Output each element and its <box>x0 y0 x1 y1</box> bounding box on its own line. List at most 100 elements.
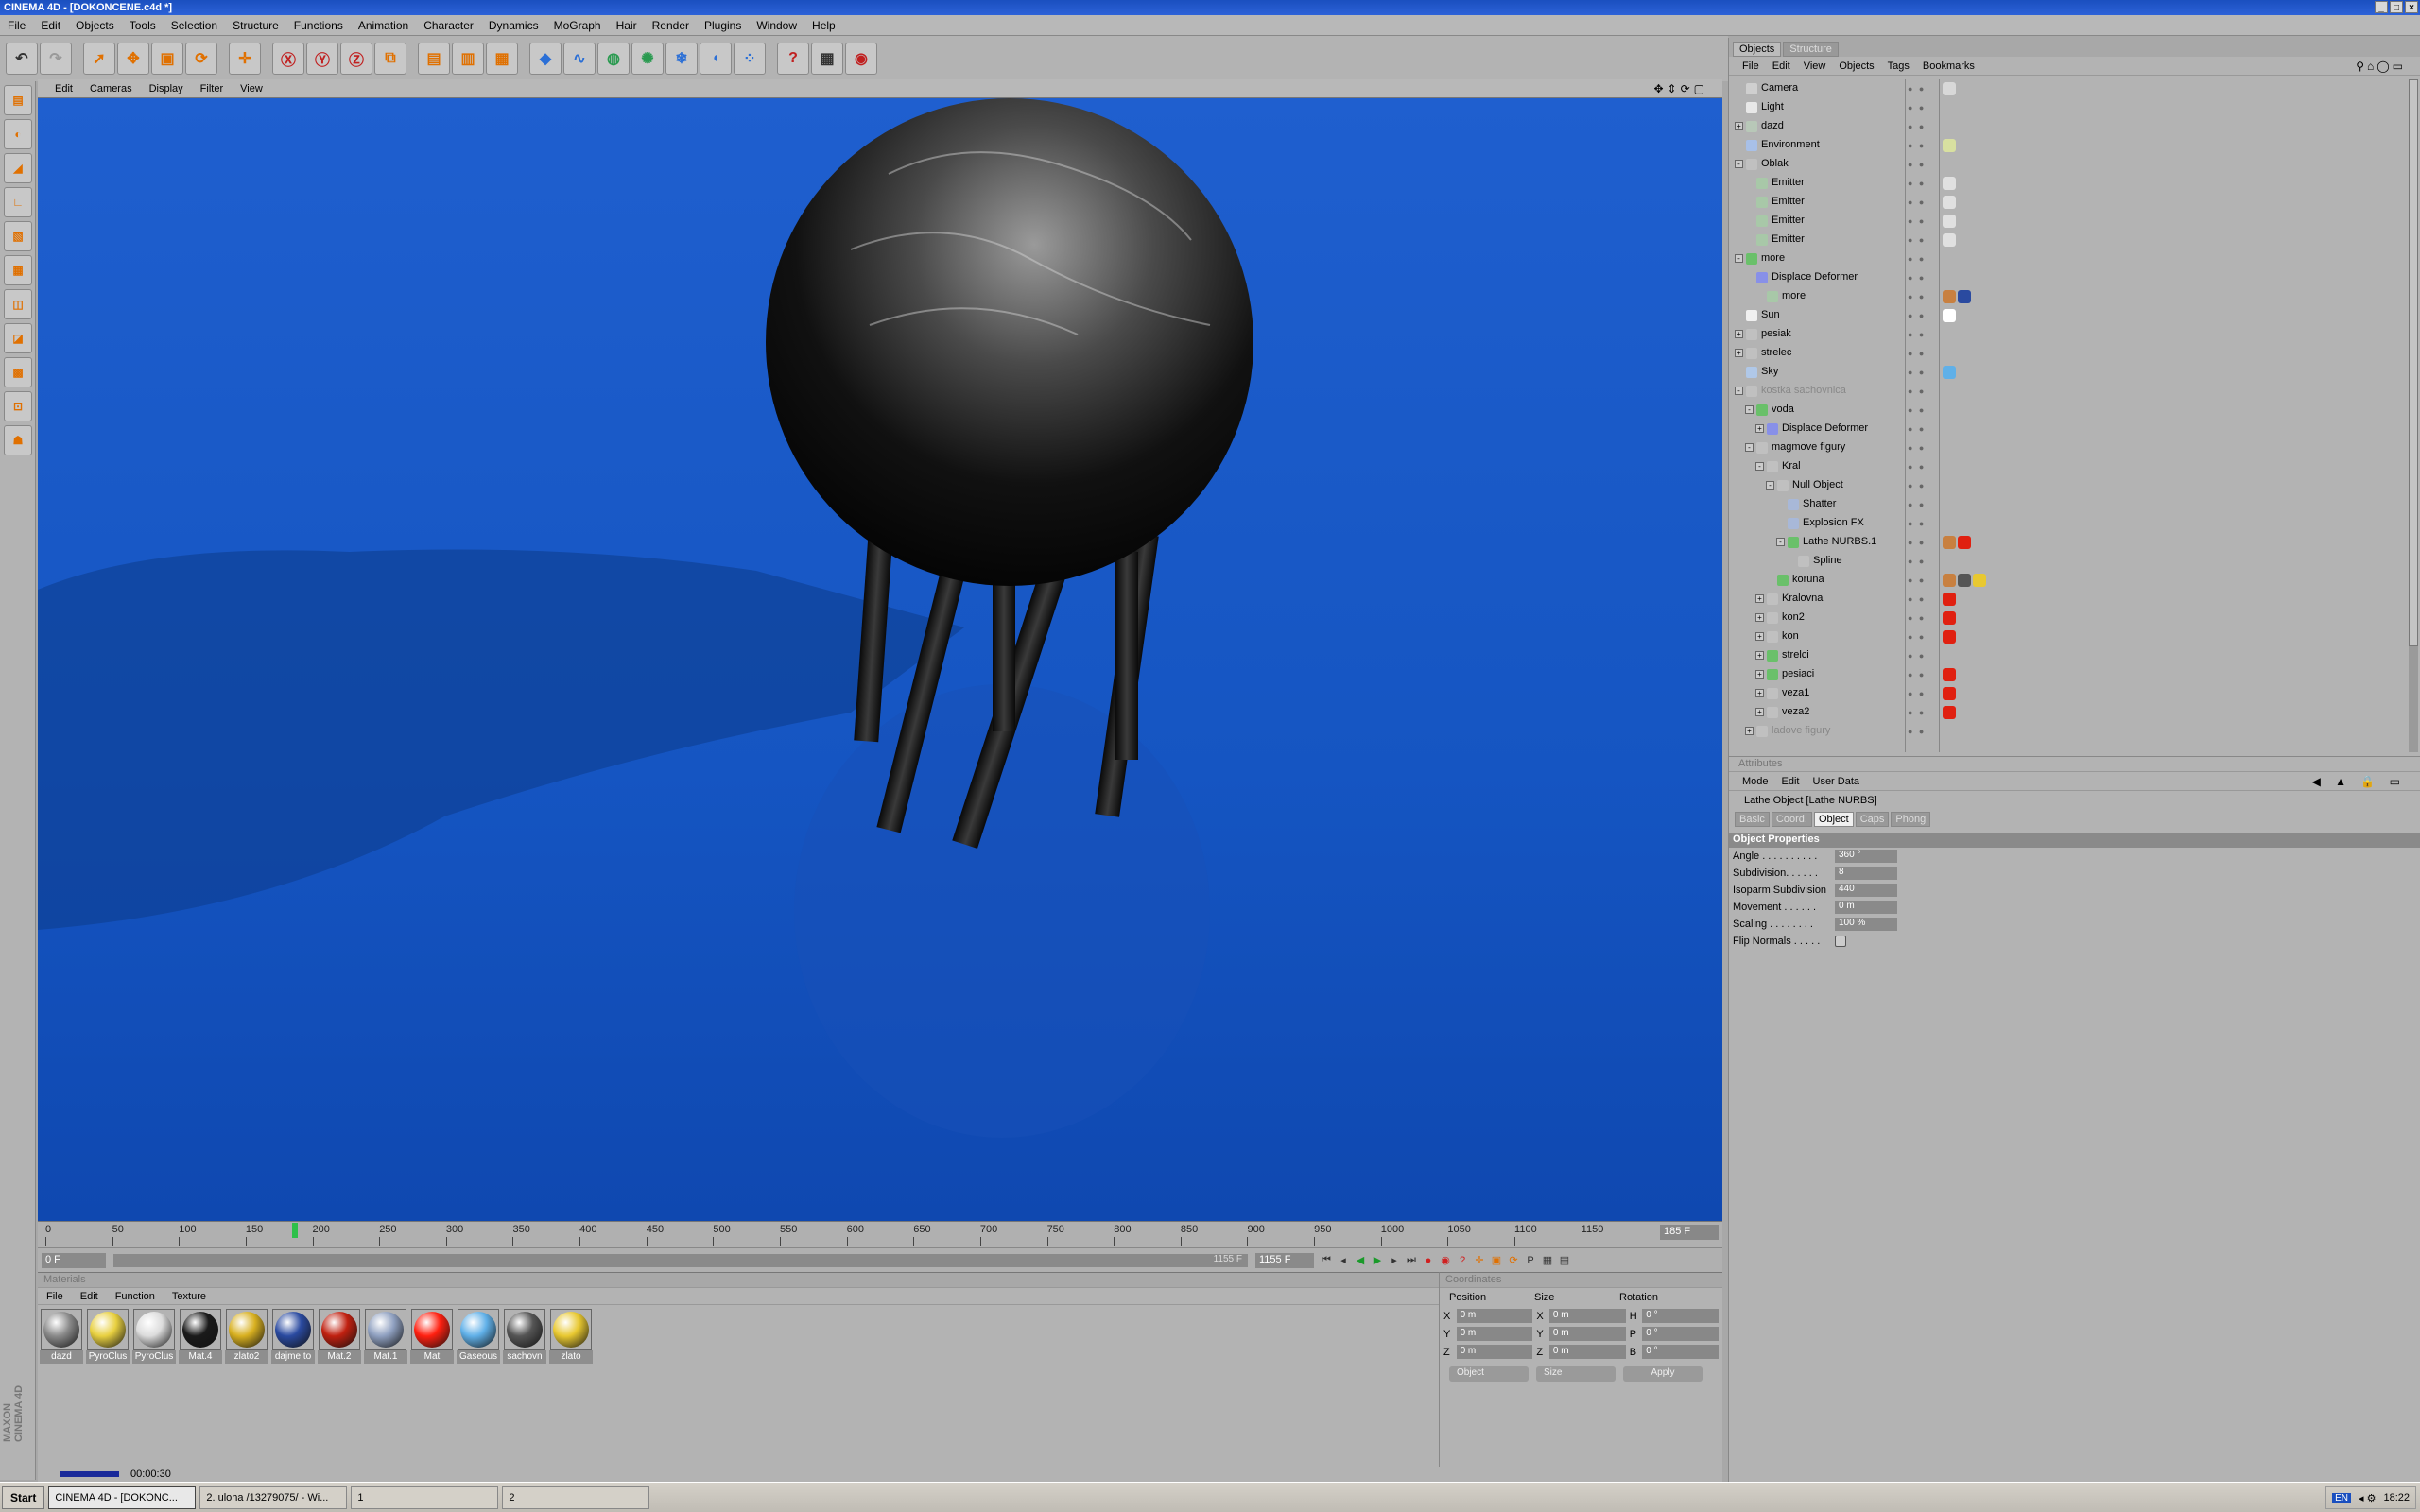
attr-menu-mode[interactable]: Mode <box>1736 776 1775 787</box>
tag-icon[interactable] <box>1958 574 1971 587</box>
size-field[interactable]: 0 m <box>1548 1327 1626 1341</box>
render-settings-icon[interactable]: ▦ <box>486 43 518 75</box>
object-tree-row[interactable]: + strelec ● ● <box>1729 344 2419 363</box>
tag-icon[interactable] <box>1943 706 1956 719</box>
visibility-dots-icon[interactable]: ● ● <box>1908 670 1926 679</box>
redo-icon[interactable]: ↷ <box>40 43 72 75</box>
checker-icon[interactable]: ▩ <box>4 357 32 387</box>
visibility-dots-icon[interactable]: ● ● <box>1908 576 1926 585</box>
grid-icon[interactable]: ▦ <box>4 255 32 285</box>
object-tree-row[interactable]: more ● ● <box>1729 287 2419 306</box>
material-swatch[interactable]: dajme to <box>271 1309 315 1366</box>
taskbar-button[interactable]: 2 <box>502 1486 650 1509</box>
tag-icon[interactable] <box>1943 82 1956 95</box>
object-tree-row[interactable]: Emitter ● ● <box>1729 231 2419 249</box>
menu-hair[interactable]: Hair <box>609 19 645 32</box>
record-icon[interactable]: ● <box>1420 1252 1437 1269</box>
viewport-menu-cameras[interactable]: Cameras <box>81 83 141 94</box>
object-tree-row[interactable]: Emitter ● ● <box>1729 193 2419 212</box>
object-tree-row[interactable]: - Lathe NURBS.1 ● ● <box>1729 533 2419 552</box>
visibility-dots-icon[interactable]: ● ● <box>1908 632 1926 642</box>
expand-toggle-icon[interactable]: + <box>1755 632 1764 641</box>
object-tree-row[interactable]: Light ● ● <box>1729 98 2419 117</box>
deformer-icon[interactable]: ❄ <box>666 43 698 75</box>
object-tree-row[interactable]: + veza2 ● ● <box>1729 703 2419 722</box>
rotation-field[interactable]: 0 ° <box>1642 1327 1720 1341</box>
visibility-dots-icon[interactable]: ● ● <box>1908 292 1926 301</box>
menu-objects[interactable]: Objects <box>68 19 122 32</box>
visibility-dots-icon[interactable]: ● ● <box>1908 216 1926 226</box>
y-axis-lock-icon[interactable]: Ⓨ <box>306 43 338 75</box>
tag-icon[interactable] <box>1943 593 1956 606</box>
play-backward-icon[interactable]: ◀ <box>1352 1252 1369 1269</box>
material-swatch[interactable]: zlato2 <box>225 1309 268 1366</box>
visibility-dots-icon[interactable]: ● ● <box>1908 122 1926 131</box>
tag-icon[interactable] <box>1943 215 1956 228</box>
expand-toggle-icon[interactable]: + <box>1755 708 1764 716</box>
material-swatch[interactable]: Mat <box>410 1309 454 1366</box>
visibility-dots-icon[interactable]: ● ● <box>1908 708 1926 717</box>
timeline-playhead[interactable] <box>292 1223 299 1238</box>
help-icon[interactable]: ? <box>777 43 809 75</box>
maximize-button[interactable]: □ <box>2390 1 2403 13</box>
apply-button[interactable]: Apply <box>1623 1366 1703 1382</box>
tag-icon[interactable] <box>1943 139 1956 152</box>
object-tree-row[interactable]: koruna ● ● <box>1729 571 2419 590</box>
edges-mode-icon[interactable]: ∟ <box>4 187 32 217</box>
goto-start-icon[interactable]: ⏮ <box>1318 1252 1335 1269</box>
scheme-icon[interactable]: ▤ <box>1556 1252 1573 1269</box>
visibility-dots-icon[interactable]: ● ● <box>1908 651 1926 661</box>
visibility-dots-icon[interactable]: ● ● <box>1908 311 1926 320</box>
autokey-icon[interactable]: ◉ <box>1437 1252 1454 1269</box>
objects-menu-objects[interactable]: Objects <box>1832 60 1880 72</box>
object-tree-row[interactable]: + Displace Deformer ● ● <box>1729 420 2419 438</box>
material-swatch[interactable]: Mat.1 <box>364 1309 407 1366</box>
flip-normals-checkbox[interactable] <box>1835 936 1846 947</box>
coord-mode-dropdown[interactable]: Object <box>1449 1366 1529 1382</box>
visibility-dots-icon[interactable]: ● ● <box>1908 84 1926 94</box>
param-key-icon[interactable]: P <box>1522 1252 1539 1269</box>
expand-toggle-icon[interactable]: + <box>1755 424 1764 433</box>
position-key-icon[interactable]: ✛ <box>1471 1252 1488 1269</box>
visibility-dots-icon[interactable]: ● ● <box>1908 538 1926 547</box>
object-tree-row[interactable]: - Null Object ● ● <box>1729 476 2419 495</box>
visibility-dots-icon[interactable]: ● ● <box>1908 727 1926 736</box>
visibility-dots-icon[interactable]: ● ● <box>1908 368 1926 377</box>
rotate-tool-icon[interactable]: ⟳ <box>185 43 217 75</box>
property-value-field[interactable]: 8 <box>1835 867 1897 880</box>
visibility-dots-icon[interactable]: ● ● <box>1908 424 1926 434</box>
snap-icon[interactable]: ⊡ <box>4 391 32 421</box>
timeline-icon[interactable]: ▦ <box>811 43 843 75</box>
rotation-field[interactable]: 0 ° <box>1642 1309 1720 1323</box>
visibility-dots-icon[interactable]: ● ● <box>1908 613 1926 623</box>
visibility-dots-icon[interactable]: ● ● <box>1908 500 1926 509</box>
menu-tools[interactable]: Tools <box>122 19 164 32</box>
object-tree-row[interactable]: Displace Deformer ● ● <box>1729 268 2419 287</box>
object-tree-row[interactable]: + Kralovna ● ● <box>1729 590 2419 609</box>
viewport-menu-filter[interactable]: Filter <box>192 83 232 94</box>
menu-render[interactable]: Render <box>645 19 697 32</box>
attr-tab-basic[interactable]: Basic <box>1735 812 1770 827</box>
keyframe-selection-icon[interactable]: ? <box>1454 1252 1471 1269</box>
object-tree-row[interactable]: Sun ● ● <box>1729 306 2419 325</box>
timeline-ruler[interactable]: 185 F 0 50 100 150 200 250 300 350 400 450 500 550 6… <box>38 1221 1722 1247</box>
texture-mode-icon[interactable]: ◐ <box>4 119 32 149</box>
expand-toggle-icon[interactable]: - <box>1766 481 1774 490</box>
materials-menu-texture[interactable]: Texture <box>164 1291 215 1302</box>
tag-icon[interactable] <box>1943 196 1956 209</box>
visibility-dots-icon[interactable]: ● ● <box>1908 254 1926 264</box>
object-tree-row[interactable]: - Kral ● ● <box>1729 457 2419 476</box>
hair-icon[interactable]: ☗ <box>4 425 32 455</box>
select-tool-icon[interactable]: ➚ <box>83 43 115 75</box>
material-swatch[interactable]: PyroClus <box>132 1309 176 1366</box>
particle-icon[interactable]: ⁘ <box>734 43 766 75</box>
visibility-dots-icon[interactable]: ● ● <box>1908 557 1926 566</box>
expand-toggle-icon[interactable]: - <box>1735 387 1743 395</box>
expand-toggle-icon[interactable]: + <box>1755 651 1764 660</box>
object-tree-row[interactable]: - more ● ● <box>1729 249 2419 268</box>
menu-plugins[interactable]: Plugins <box>697 19 749 32</box>
start-button[interactable]: Start <box>2 1486 45 1509</box>
polygons-mode-icon[interactable]: ▧ <box>4 221 32 251</box>
tag-icon[interactable] <box>1943 309 1956 322</box>
tag-icon[interactable] <box>1958 290 1971 303</box>
